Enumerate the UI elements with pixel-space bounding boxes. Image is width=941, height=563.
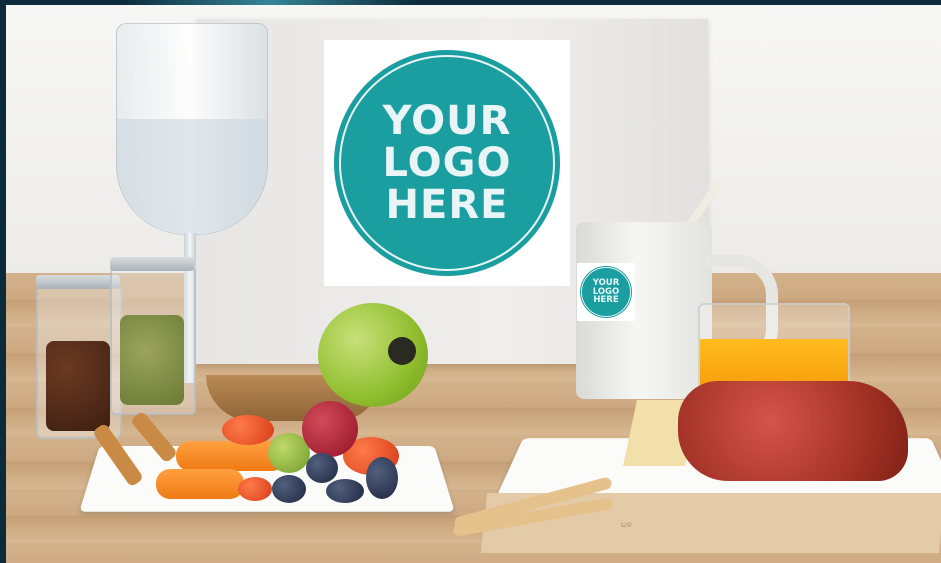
cherry-tomato — [238, 477, 272, 501]
red-grape — [302, 401, 358, 457]
pistachios — [120, 315, 184, 405]
blueberry — [366, 457, 398, 499]
dates — [46, 341, 110, 431]
jar-lid — [110, 257, 194, 271]
logo-circle: YOUR LOGO HERE — [580, 266, 632, 318]
logo-placeholder-large: YOUR LOGO HERE — [324, 40, 570, 286]
logo-ring — [581, 267, 631, 317]
logo-ring — [339, 55, 555, 271]
water — [117, 118, 267, 234]
apple-sticker — [388, 337, 416, 365]
logo-circle: YOUR LOGO HERE — [334, 50, 560, 276]
pistachio-jar — [110, 257, 196, 415]
blueberry — [306, 453, 338, 483]
jar-lid — [36, 275, 120, 289]
blueberry — [326, 479, 364, 503]
blueberry — [272, 475, 306, 503]
iberian-ham — [678, 381, 908, 481]
napkin-print: ಟ೪ — [621, 520, 632, 530]
water-glass — [116, 23, 268, 235]
logo-placeholder-small: YOUR LOGO HERE — [577, 263, 635, 321]
cherry-tomato — [222, 415, 274, 445]
photo-frame: ಟ೪ YOUR LOGO HERE YOUR LOGO HERE — [0, 0, 941, 563]
carrot — [156, 469, 244, 499]
